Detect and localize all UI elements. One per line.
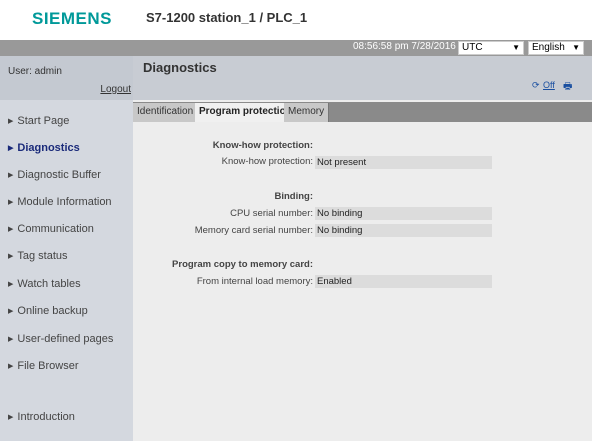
- sidebar-item-diagnostic-buffer[interactable]: ▶ Diagnostic Buffer: [8, 169, 101, 181]
- triangle-right-icon: ▶: [8, 118, 14, 125]
- sidebar-item-watch-tables[interactable]: ▶ Watch tables: [8, 278, 81, 290]
- refresh-icon[interactable]: ⟳: [532, 80, 540, 91]
- card-serial-label: Memory card serial number:: [194, 225, 313, 236]
- sidebar-item-label: Communication: [17, 223, 94, 235]
- tab-program-protection[interactable]: Program protection: [195, 103, 297, 123]
- sidebar-item-label: User-defined pages: [17, 333, 114, 345]
- sidebar-item-diagnostics[interactable]: ▶ Diagnostics: [8, 142, 80, 154]
- logout-link[interactable]: Logout: [100, 84, 131, 95]
- page-title: Diagnostics: [143, 60, 217, 75]
- cpu-serial-value: No binding: [315, 207, 492, 220]
- triangle-right-icon: ▶: [8, 308, 14, 315]
- sidebar-item-label: Watch tables: [17, 278, 81, 290]
- sidebar-item-label: Diagnostic Buffer: [17, 169, 101, 181]
- knowhow-value: Not present: [315, 156, 492, 169]
- binding-heading: Binding:: [274, 191, 313, 202]
- sidebar-item-label: Start Page: [17, 115, 70, 127]
- header: SIEMENS S7-1200 station_1 / PLC_1: [0, 0, 592, 40]
- program-copy-heading: Program copy to memory card:: [172, 259, 313, 270]
- triangle-right-icon: ▶: [8, 363, 14, 370]
- refresh-off-link[interactable]: Off: [543, 80, 555, 90]
- card-serial-value: No binding: [315, 224, 492, 237]
- sidebar-item-file-browser[interactable]: ▶ File Browser: [8, 360, 79, 372]
- knowhow-heading: Know-how protection:: [212, 140, 313, 151]
- triangle-right-icon: ▶: [8, 414, 14, 421]
- user-label: User: admin: [8, 66, 62, 77]
- cpu-serial-label: CPU serial number:: [230, 208, 313, 219]
- sidebar-item-introduction[interactable]: ▶ Introduction: [8, 411, 75, 423]
- top-status-bar: 08:56:58 pm 7/28/2016 UTC ▼ English ▼: [0, 40, 592, 56]
- sidebar-item-label: Diagnostics: [17, 142, 80, 154]
- triangle-right-icon: ▶: [8, 226, 14, 233]
- tab-memory[interactable]: Memory: [284, 103, 330, 122]
- triangle-right-icon: ▶: [8, 199, 14, 206]
- triangle-right-icon: ▶: [8, 172, 14, 179]
- internal-load-memory-label: From internal load memory:: [196, 276, 313, 287]
- triangle-right-icon: ▶: [8, 336, 14, 343]
- sidebar-item-user-defined-pages[interactable]: ▶ User-defined pages: [8, 333, 113, 345]
- siemens-logo: SIEMENS: [32, 9, 113, 28]
- chevron-down-icon: ▼: [572, 43, 580, 52]
- internal-load-memory-value: Enabled: [315, 275, 492, 288]
- timezone-value: UTC: [462, 42, 483, 53]
- sidebar-item-online-backup[interactable]: ▶ Online backup: [8, 305, 88, 317]
- sidebar-item-module-information[interactable]: ▶ Module Information: [8, 196, 112, 208]
- triangle-right-icon: ▶: [8, 253, 14, 260]
- sidebar-item-communication[interactable]: ▶ Communication: [8, 223, 94, 235]
- triangle-right-icon: ▶: [8, 281, 14, 288]
- tab-content: Know-how protection: Know-how protection…: [133, 122, 592, 441]
- print-icon[interactable]: 🖶: [563, 79, 572, 96]
- chevron-down-icon: ▼: [512, 43, 520, 52]
- main-panel: Diagnostics ⟳ Off 🖶 Identification Progr…: [133, 56, 592, 441]
- triangle-right-icon: ▶: [8, 145, 14, 152]
- user-box: User: admin Logout: [0, 56, 133, 100]
- sidebar-item-label: File Browser: [17, 360, 79, 372]
- sidebar-item-tag-status[interactable]: ▶ Tag status: [8, 250, 68, 262]
- timezone-select[interactable]: UTC ▼: [458, 41, 524, 55]
- sidebar-item-start-page[interactable]: ▶ Start Page: [8, 115, 69, 127]
- datetime-display: 08:56:58 pm 7/28/2016: [353, 41, 456, 52]
- tab-identification[interactable]: Identification: [133, 103, 199, 122]
- sidebar-item-label: Online backup: [17, 305, 88, 317]
- station-title: S7-1200 station_1 / PLC_1: [146, 10, 308, 25]
- sidebar: User: admin Logout ▶ Start Page ▶ Diagnost…: [0, 56, 133, 441]
- language-select[interactable]: English ▼: [528, 41, 584, 55]
- sidebar-item-label: Introduction: [17, 411, 75, 423]
- language-value: English: [532, 42, 565, 53]
- knowhow-label: Know-how protection:: [221, 156, 313, 167]
- tab-bar: Identification Program protection Memory: [133, 102, 592, 123]
- sidebar-item-label: Module Information: [17, 196, 112, 208]
- page-header: Diagnostics ⟳ Off 🖶: [133, 56, 592, 100]
- sidebar-item-label: Tag status: [17, 250, 68, 262]
